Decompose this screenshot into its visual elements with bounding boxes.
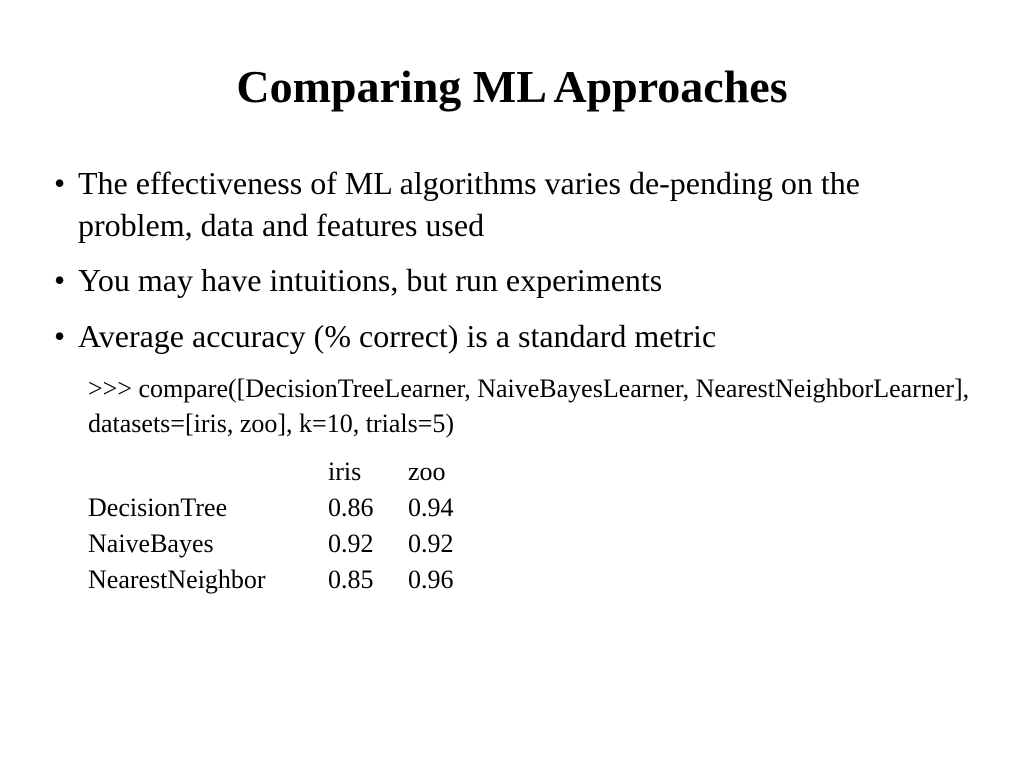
table-cell: 0.92 (328, 526, 408, 562)
table-row: DecisionTree 0.86 0.94 (88, 490, 488, 526)
code-snippet: >>> compare([DecisionTreeLearner, NaiveB… (50, 371, 974, 441)
table-cell: 0.85 (328, 562, 408, 598)
table-row: NaiveBayes 0.92 0.92 (88, 526, 488, 562)
table-empty-cell (88, 454, 328, 490)
table-cell: 0.96 (408, 562, 488, 598)
slide-title: Comparing ML Approaches (50, 60, 974, 113)
bullet-item: The effectiveness of ML algorithms varie… (50, 163, 974, 246)
table-cell: 0.92 (408, 526, 488, 562)
bullet-item: Average accuracy (% correct) is a standa… (50, 316, 974, 358)
table-row-label: NaiveBayes (88, 526, 328, 562)
bullet-list: The effectiveness of ML algorithms varie… (50, 163, 974, 357)
table-row-label: DecisionTree (88, 490, 328, 526)
table-column-header: iris (328, 454, 408, 490)
table-header-row: iris zoo (88, 454, 488, 490)
results-table: iris zoo DecisionTree 0.86 0.94 NaiveBay… (88, 454, 488, 598)
table-row: NearestNeighbor 0.85 0.96 (88, 562, 488, 598)
table-row-label: NearestNeighbor (88, 562, 328, 598)
bullet-item: You may have intuitions, but run experim… (50, 260, 974, 302)
table-column-header: zoo (408, 454, 488, 490)
table-cell: 0.94 (408, 490, 488, 526)
table-cell: 0.86 (328, 490, 408, 526)
